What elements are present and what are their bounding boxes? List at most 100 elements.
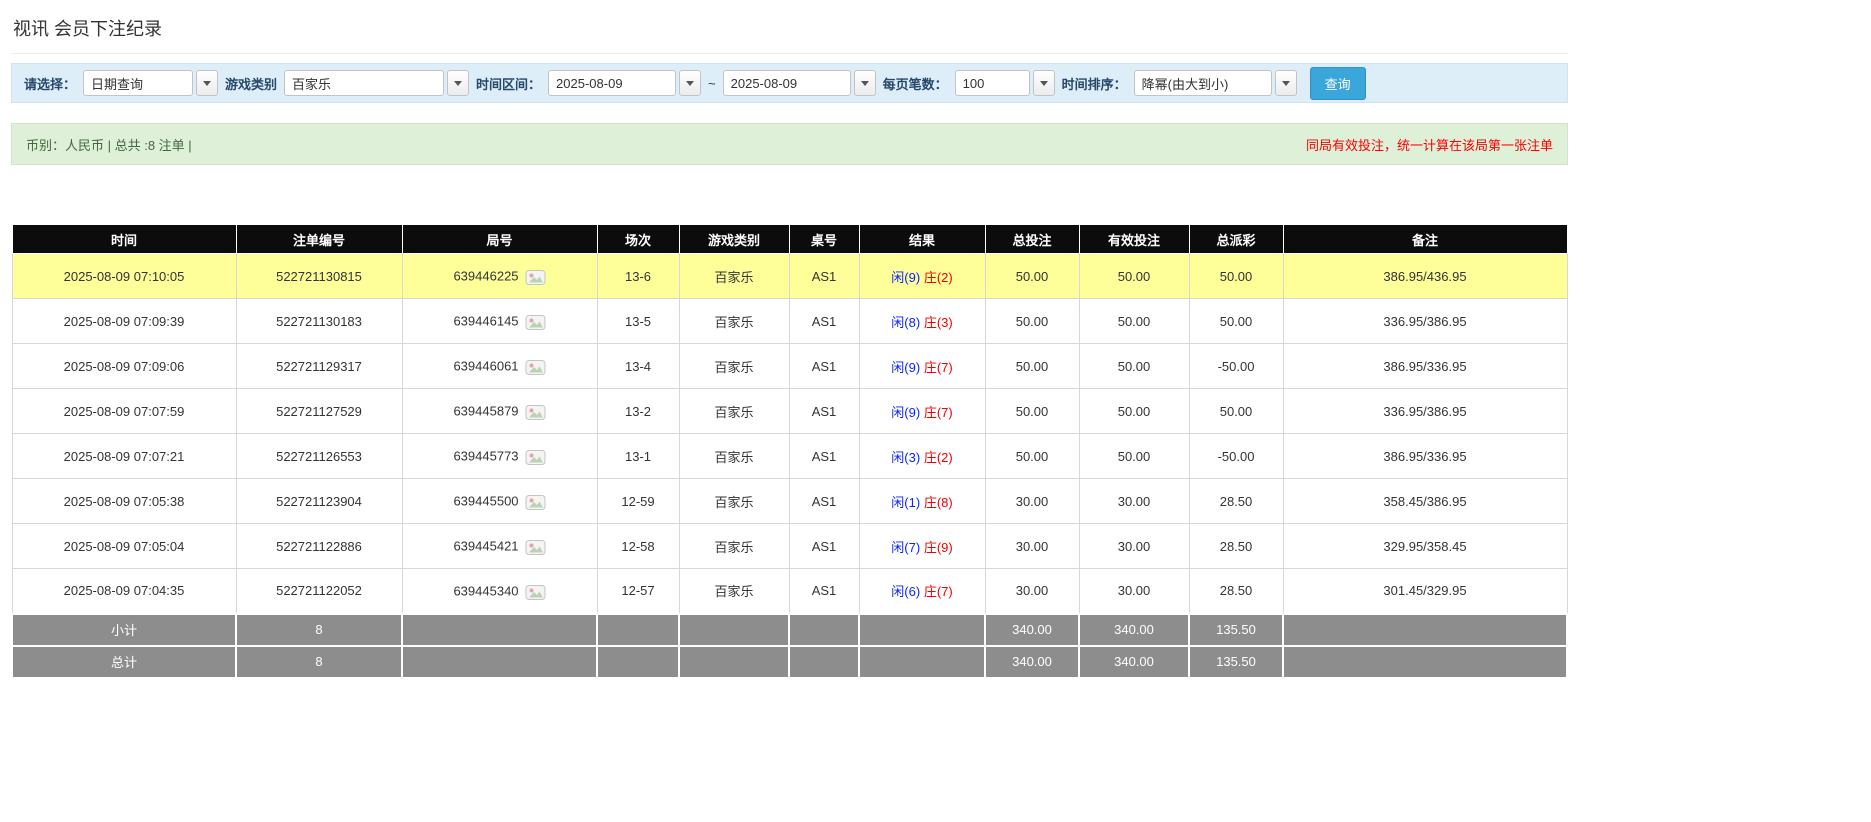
result-banker: 庄(7) [923, 404, 953, 420]
header-game-type: 游戏类别 [678, 224, 790, 254]
subtotal-row: 小计 8 340.00 340.00 135.50 [11, 612, 1568, 647]
cell-time: 2025-08-09 07:09:06 [11, 343, 237, 389]
query-type-arrow-button[interactable] [196, 70, 219, 96]
summary-notice: 同局有效投注，统一计算在该局第一张注单 [1305, 137, 1553, 153]
cell-round: 639446061 [401, 343, 598, 389]
game-type-arrow-button[interactable] [447, 70, 470, 96]
table-footer: 小计 8 340.00 340.00 135.50 总计 8 340.00 34… [11, 612, 1568, 679]
query-type-input[interactable] [83, 70, 194, 96]
date-to-input[interactable] [722, 70, 851, 96]
cell-bet-id: 522721130815 [235, 253, 403, 299]
chevron-down-icon [1281, 80, 1290, 86]
result-player: 闲(9) [891, 404, 921, 420]
round-id: 639445773 [453, 448, 519, 464]
video-replay-icon[interactable] [525, 269, 546, 289]
header-round-id: 局号 [401, 224, 598, 254]
table-row: 2025-08-09 07:05:38 522721123904 6394455… [11, 478, 1568, 524]
cell-result: 闲(6) 庄(7) [858, 568, 986, 614]
cell-valid-bet: 30.00 [1078, 523, 1190, 569]
total-valid-bet: 340.00 [1078, 644, 1190, 679]
cell-game-type: 百家乐 [678, 478, 790, 524]
cell-result: 闲(9) 庄(2) [858, 253, 986, 299]
date-to-arrow-button[interactable] [853, 70, 876, 96]
total-count: 8 [235, 644, 403, 679]
cell-bet-id: 522721130183 [235, 298, 403, 344]
search-button[interactable]: 查询 [1309, 66, 1366, 100]
cell-payout: 28.50 [1188, 478, 1284, 524]
chevron-down-icon [203, 80, 212, 86]
table-row: 2025-08-09 07:10:05 522721130815 6394462… [11, 253, 1568, 299]
cell-remark: 358.45/386.95 [1282, 478, 1568, 524]
video-replay-icon[interactable] [525, 584, 546, 604]
result-player: 闲(8) [891, 314, 921, 330]
table-row: 2025-08-09 07:05:04 522721122886 6394454… [11, 523, 1568, 569]
header-payout: 总派彩 [1188, 224, 1284, 254]
table-header: 时间 注单编号 局号 场次 游戏类别 桌号 结果 总投注 有效投注 总派彩 备注 [11, 224, 1568, 254]
result-player: 闲(7) [891, 539, 921, 555]
time-sort-arrow-button[interactable] [1274, 70, 1297, 96]
cell-total-bet[interactable]: 50.00 [984, 433, 1080, 479]
video-replay-icon[interactable] [525, 539, 546, 559]
cell-game-type: 百家乐 [678, 388, 790, 434]
cell-total-bet[interactable]: 30.00 [984, 523, 1080, 569]
cell-total-bet[interactable]: 50.00 [984, 253, 1080, 299]
page-size-arrow-button[interactable] [1032, 70, 1055, 96]
cell-empty [1282, 612, 1568, 647]
table-row: 2025-08-09 07:07:21 522721126553 6394457… [11, 433, 1568, 479]
game-type-input[interactable] [284, 70, 445, 96]
cell-bet-id: 522721123904 [235, 478, 403, 524]
query-type-combobox[interactable] [83, 70, 219, 96]
result-player: 闲(1) [891, 494, 921, 510]
total-total-bet: 340.00 [984, 644, 1080, 679]
cell-session: 13-5 [596, 298, 680, 344]
cell-total-bet[interactable]: 30.00 [984, 568, 1080, 614]
subtotal-payout: 135.50 [1188, 612, 1284, 647]
chevron-down-icon [1039, 80, 1048, 86]
cell-valid-bet: 50.00 [1078, 433, 1190, 479]
page-size-input[interactable] [954, 70, 1030, 96]
date-from-arrow-button[interactable] [679, 70, 702, 96]
cell-remark: 386.95/336.95 [1282, 343, 1568, 389]
cell-round: 639445879 [401, 388, 598, 434]
page-size-label: 每页笔数： [882, 76, 948, 92]
video-replay-icon[interactable] [525, 404, 546, 424]
time-sort-combobox[interactable] [1133, 70, 1297, 96]
date-from-combobox[interactable] [548, 70, 702, 96]
betting-records-table: 时间 注单编号 局号 场次 游戏类别 桌号 结果 总投注 有效投注 总派彩 备注… [11, 224, 1568, 679]
cell-result: 闲(9) 庄(7) [858, 343, 986, 389]
video-replay-icon[interactable] [525, 449, 546, 469]
cell-round: 639445421 [401, 523, 598, 569]
cell-game-type: 百家乐 [678, 343, 790, 389]
cell-valid-bet: 30.00 [1078, 478, 1190, 524]
cell-table-id: AS1 [788, 298, 860, 344]
time-sort-label: 时间排序： [1061, 76, 1127, 92]
cell-total-bet[interactable]: 50.00 [984, 343, 1080, 389]
round-id: 639445500 [453, 493, 519, 509]
date-to-combobox[interactable] [722, 70, 876, 96]
game-type-combobox[interactable] [284, 70, 470, 96]
cell-remark: 336.95/386.95 [1282, 298, 1568, 344]
cell-round: 639446145 [401, 298, 598, 344]
chevron-down-icon [454, 80, 463, 86]
page-size-combobox[interactable] [954, 70, 1055, 96]
video-replay-icon[interactable] [525, 359, 546, 379]
round-id: 639445421 [453, 538, 519, 554]
cell-total-bet[interactable]: 30.00 [984, 478, 1080, 524]
cell-empty [858, 612, 986, 647]
video-replay-icon[interactable] [525, 314, 546, 334]
header-bet-id: 注单编号 [235, 224, 403, 254]
cell-total-bet[interactable]: 50.00 [984, 298, 1080, 344]
video-replay-icon[interactable] [525, 494, 546, 514]
cell-table-id: AS1 [788, 568, 860, 614]
time-sort-input[interactable] [1133, 70, 1272, 96]
cell-bet-id: 522721126553 [235, 433, 403, 479]
header-result: 结果 [858, 224, 986, 254]
total-row: 总计 8 340.00 340.00 135.50 [11, 644, 1568, 679]
date-from-input[interactable] [548, 70, 677, 96]
cell-payout: 28.50 [1188, 568, 1284, 614]
cell-session: 12-58 [596, 523, 680, 569]
cell-valid-bet: 50.00 [1078, 343, 1190, 389]
table-row: 2025-08-09 07:09:39 522721130183 6394461… [11, 298, 1568, 344]
cell-total-bet[interactable]: 50.00 [984, 388, 1080, 434]
cell-bet-id: 522721127529 [235, 388, 403, 434]
